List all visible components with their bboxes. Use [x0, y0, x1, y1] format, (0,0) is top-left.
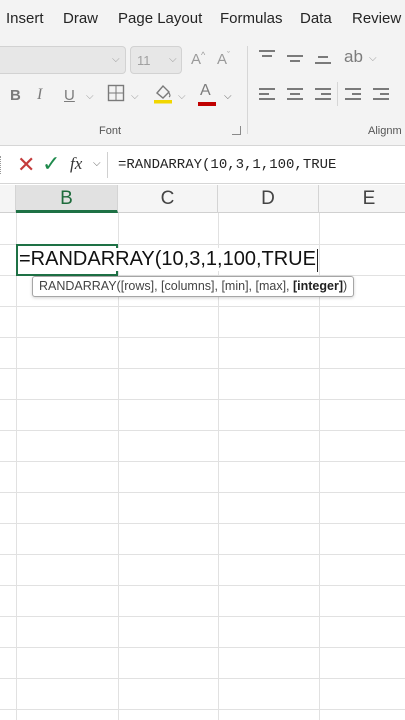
- formula-bar-divider: [107, 152, 108, 178]
- chevron-down-icon: ⌵: [112, 54, 120, 65]
- formula-bar: ✕ ✓ fx ⌵ =RANDARRAY(10,3,1,100,TRUE: [0, 146, 405, 184]
- insert-function-button[interactable]: fx: [70, 154, 82, 174]
- select-all-corner[interactable]: [0, 185, 16, 213]
- column-headers: B C D E: [0, 185, 405, 213]
- tooltip-arguments: [rows], [columns], [min], [max],: [120, 279, 293, 293]
- font-size-dropdown[interactable]: 11 ⌵: [130, 46, 182, 74]
- column-header-d[interactable]: D: [218, 185, 319, 213]
- column-header-e[interactable]: E: [319, 185, 405, 213]
- font-color-swatch: [198, 102, 216, 106]
- resize-handle[interactable]: [0, 156, 3, 174]
- chevron-down-icon[interactable]: ⌵: [178, 91, 186, 102]
- increase-indent-icon[interactable]: [373, 88, 389, 100]
- tooltip-current-argument: [integer]: [293, 279, 343, 293]
- orientation-icon[interactable]: ab: [344, 47, 363, 67]
- shrink-font-button[interactable]: Aˇ: [217, 50, 230, 68]
- font-size-value: 11: [137, 53, 151, 68]
- tab-formulas[interactable]: Formulas: [220, 10, 283, 27]
- grow-font-button[interactable]: A^: [191, 50, 205, 68]
- tooltip-function-name[interactable]: RANDARRAY(: [39, 279, 121, 293]
- tooltip-close-paren: ): [343, 279, 348, 293]
- font-name-dropdown[interactable]: ⌵: [0, 46, 126, 74]
- align-center-icon[interactable]: [287, 88, 303, 100]
- middle-align-icon[interactable]: [287, 52, 303, 64]
- font-color-icon[interactable]: A: [200, 82, 211, 100]
- text-cursor: [317, 249, 318, 272]
- ribbon: ⌵ 11 ⌵ A^ Aˇ B I U ⌵ ⌵ ⌵ A ⌵ Font ab ⌵ A…: [0, 36, 405, 146]
- bottom-align-icon[interactable]: [315, 54, 331, 66]
- chevron-down-icon[interactable]: ⌵: [86, 91, 94, 102]
- align-right-icon[interactable]: [315, 88, 331, 100]
- align-left-icon[interactable]: [259, 88, 275, 100]
- tab-data[interactable]: Data: [300, 10, 332, 27]
- chevron-down-icon: ⌵: [169, 54, 177, 65]
- tab-insert[interactable]: Insert: [6, 10, 44, 27]
- cell-edit-text[interactable]: =RANDARRAY(10,3,1,100,TRUE: [19, 248, 318, 271]
- chevron-down-icon[interactable]: ⌵: [93, 158, 101, 169]
- formula-input[interactable]: =RANDARRAY(10,3,1,100,TRUE: [118, 157, 336, 173]
- function-tooltip: RANDARRAY([rows], [columns], [min], [max…: [32, 276, 355, 297]
- ribbon-tabs: Insert Draw Page Layout Formulas Data Re…: [0, 0, 405, 36]
- italic-button[interactable]: I: [37, 86, 42, 104]
- tab-draw[interactable]: Draw: [63, 10, 98, 27]
- alignment-group-label: Alignm: [368, 125, 402, 137]
- cancel-icon[interactable]: ✕: [17, 152, 35, 178]
- enter-icon[interactable]: ✓: [42, 151, 60, 177]
- chevron-down-icon[interactable]: ⌵: [131, 91, 139, 102]
- group-divider: [337, 82, 338, 106]
- column-header-c[interactable]: C: [118, 185, 218, 213]
- tab-page-layout[interactable]: Page Layout: [118, 10, 202, 27]
- underline-button[interactable]: U: [64, 87, 75, 104]
- group-divider: [247, 46, 248, 134]
- tab-review[interactable]: Review: [352, 10, 401, 27]
- column-header-b[interactable]: B: [16, 185, 118, 213]
- dialog-launcher-icon[interactable]: [232, 126, 241, 135]
- chevron-down-icon[interactable]: ⌵: [224, 91, 232, 102]
- borders-icon[interactable]: [107, 84, 125, 102]
- top-align-icon[interactable]: [259, 50, 275, 62]
- bold-button[interactable]: B: [10, 87, 21, 104]
- fill-color-icon[interactable]: [153, 82, 173, 104]
- font-group-label: Font: [99, 125, 122, 137]
- chevron-down-icon[interactable]: ⌵: [369, 53, 377, 64]
- decrease-indent-icon[interactable]: [345, 88, 361, 100]
